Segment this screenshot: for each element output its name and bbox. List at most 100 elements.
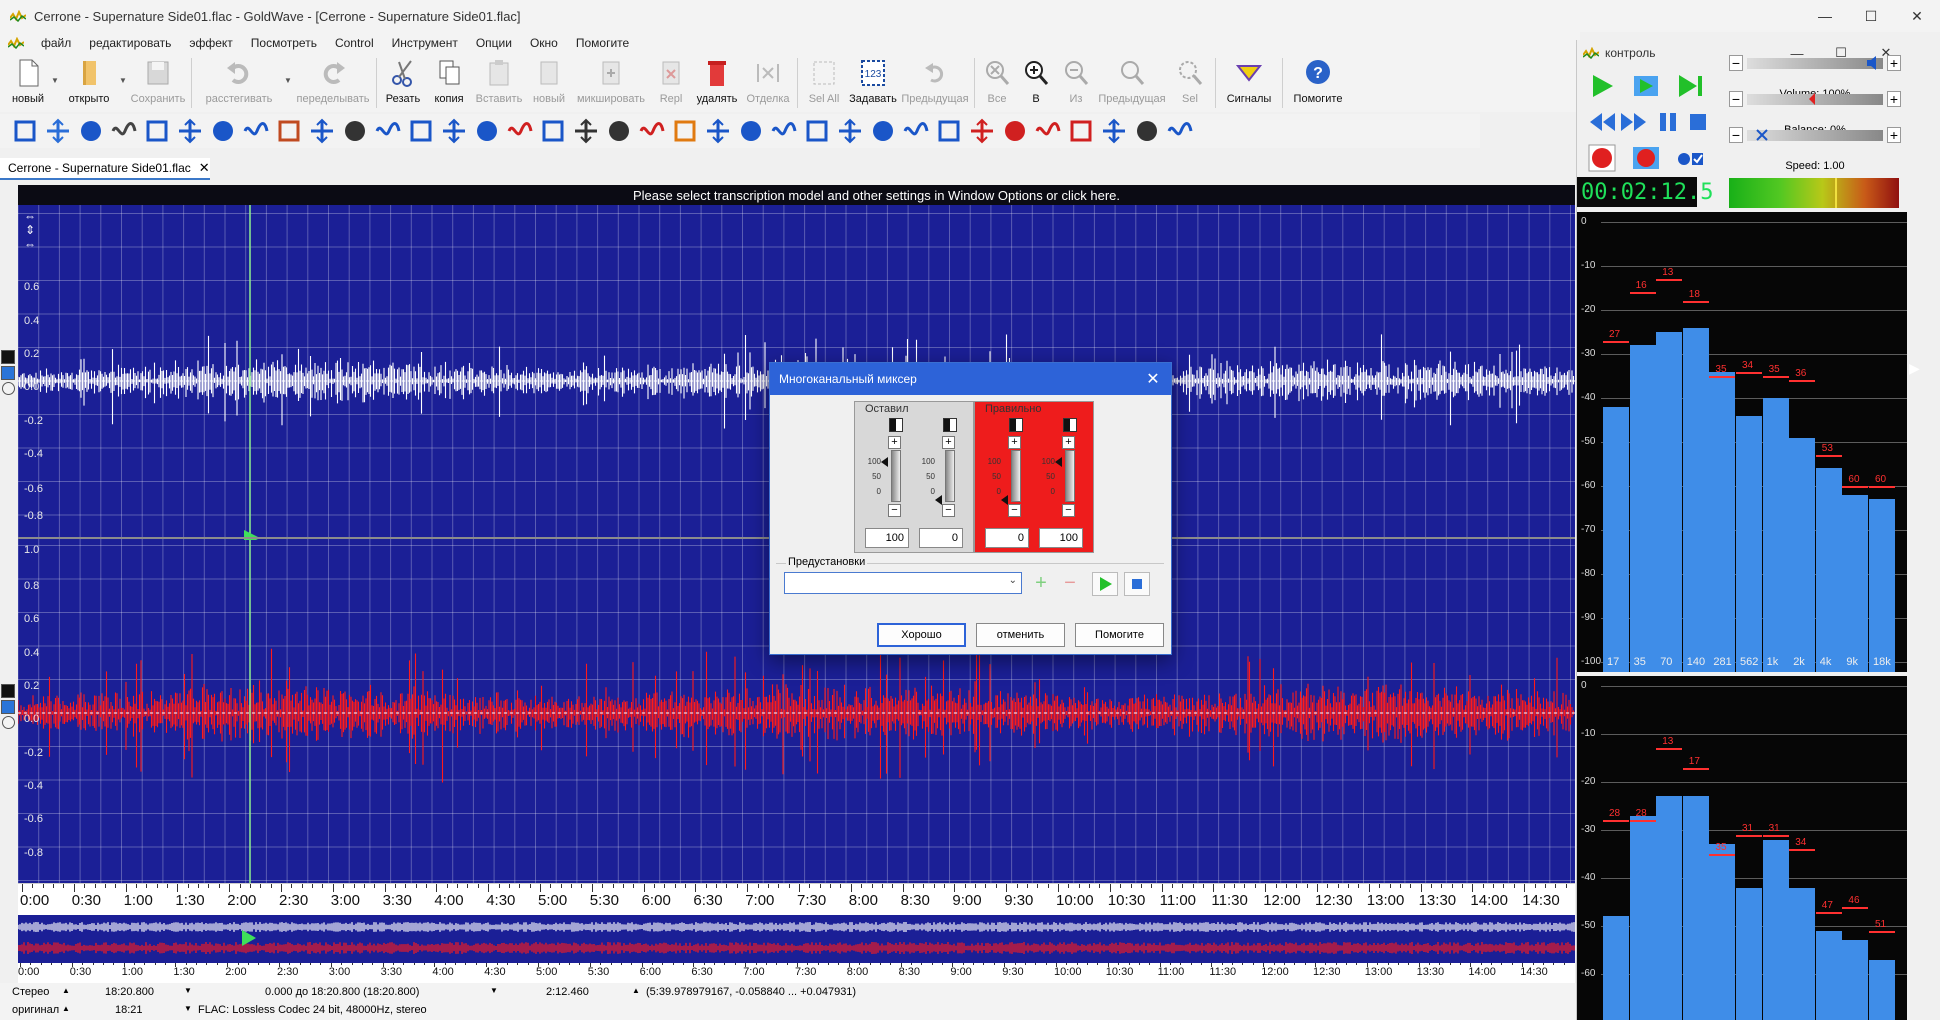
new-button[interactable]: новый [6, 54, 50, 112]
arrows-equal-effect-button[interactable] [866, 115, 899, 147]
volume-track[interactable] [1747, 58, 1883, 69]
new-dropdown-arrow[interactable]: ▼ [50, 54, 60, 85]
zoom-in-button[interactable]: В [1016, 54, 1056, 112]
fast-forward-button[interactable] [1617, 106, 1651, 138]
expand-effect-button[interactable] [305, 115, 338, 147]
right-right-value[interactable]: 100 [1039, 528, 1083, 548]
globe-effect-button[interactable] [74, 115, 107, 147]
waveform-cut-effect-button[interactable] [602, 115, 635, 147]
speed-decrease-button[interactable]: − [1729, 127, 1743, 143]
fader-handle-icon[interactable] [933, 494, 943, 506]
record-button[interactable] [1585, 142, 1619, 174]
overview-waveform[interactable] [18, 915, 1575, 963]
stretch-effect-button[interactable] [437, 115, 470, 147]
strip-decrease-button[interactable]: − [942, 504, 955, 517]
strip-fader[interactable] [1065, 450, 1075, 502]
strip-decrease-button[interactable]: − [1008, 504, 1021, 517]
left-left-value[interactable]: 100 [865, 528, 909, 548]
rewind-button[interactable] [1585, 106, 1619, 138]
preview-stop-button[interactable] [1124, 572, 1150, 596]
play-selection-button[interactable] [1629, 70, 1663, 102]
ramp-down-effect-button[interactable] [800, 115, 833, 147]
menu-window[interactable]: Окно [521, 36, 567, 50]
menu-options[interactable]: Опции [467, 36, 521, 50]
trim-button[interactable]: Отделка [742, 54, 794, 112]
gear-effect-button[interactable] [239, 115, 272, 147]
preview-play-button[interactable] [1092, 572, 1118, 596]
ramp-up-effect-button[interactable] [767, 115, 800, 147]
zoom-out-button[interactable]: Из [1056, 54, 1096, 112]
paste-button[interactable]: Вставить [472, 54, 526, 112]
menu-help[interactable]: Помогите [567, 36, 638, 50]
volume-increase-button[interactable]: + [1887, 55, 1901, 71]
status-original-dropdown-icon[interactable]: ▼ [184, 1004, 192, 1013]
status-length-dropdown-icon[interactable]: ▼ [184, 986, 192, 995]
left-channel-checkbox[interactable] [1, 366, 15, 380]
minimize-button[interactable]: — [1802, 0, 1848, 32]
open-button[interactable]: открыто [60, 54, 118, 112]
slider-node-effect-button[interactable] [932, 115, 965, 147]
redo-button[interactable]: переделывать [293, 54, 373, 112]
record-selection-button[interactable] [1629, 142, 1663, 174]
stop-button[interactable] [1681, 106, 1715, 138]
copy-button[interactable]: копия [426, 54, 472, 112]
strip-fader[interactable] [1011, 450, 1021, 502]
left-channel-radio[interactable] [2, 382, 15, 395]
zoom-selection-button[interactable]: Sel [1168, 54, 1212, 112]
remove-preset-button[interactable]: − [1060, 573, 1080, 594]
status-selection-dropdown-icon[interactable]: ▼ [490, 986, 498, 995]
loop-effect-button[interactable] [206, 115, 239, 147]
speed-increase-button[interactable]: + [1887, 127, 1901, 143]
left-right-value[interactable]: 0 [919, 528, 963, 548]
transcription-banner[interactable]: Please select transcription model and ot… [18, 185, 1575, 205]
right-channel-checkbox[interactable] [1, 700, 15, 714]
select-all-button[interactable]: Sel All [801, 54, 847, 112]
zoom-handle-icon[interactable]: ⇔ ⇕ ⇔ [20, 209, 40, 251]
fader-handle-icon[interactable] [879, 456, 889, 468]
palette-effect-button[interactable] [272, 115, 305, 147]
dialog-close-button[interactable]: ✕ [1143, 369, 1163, 389]
close-tab-icon[interactable]: ✕ [199, 160, 210, 176]
rainbow-effect-button[interactable] [668, 115, 701, 147]
menu-tool[interactable]: Инструмент [383, 36, 467, 50]
chart-effect-button[interactable] [569, 115, 602, 147]
strip-increase-button[interactable]: + [1008, 436, 1021, 449]
arrow-left-effect-button[interactable] [404, 115, 437, 147]
arrow-right-split-effect-button[interactable] [140, 115, 173, 147]
delete-button[interactable]: удалять [692, 54, 742, 112]
open-dropdown-arrow[interactable]: ▼ [118, 54, 128, 85]
menu-file[interactable]: файл [32, 36, 80, 50]
volume-decrease-button[interactable]: − [1729, 55, 1743, 71]
equalizer-effect-button[interactable] [470, 115, 503, 147]
goldwave-menu-icon[interactable] [8, 37, 24, 49]
mix-button[interactable]: микшировать [572, 54, 650, 112]
save-button[interactable]: Сохранить [128, 54, 188, 112]
diamond-red-effect-button[interactable] [1031, 115, 1064, 147]
strip-increase-button[interactable]: + [942, 436, 955, 449]
volume-slider[interactable]: − + [1729, 55, 1901, 73]
bracket-left-effect-button[interactable] [833, 115, 866, 147]
zoom-previous-button[interactable]: Предыдущая [1096, 54, 1168, 112]
forbidden-effect-button[interactable] [998, 115, 1031, 147]
play-button[interactable] [1585, 70, 1619, 102]
eye-effect-button[interactable] [1097, 115, 1130, 147]
eraser-diamond-effect-button[interactable] [965, 115, 998, 147]
add-preset-button[interactable]: + [1031, 573, 1051, 594]
balance-increase-button[interactable]: + [1887, 91, 1901, 107]
left-channel-mute-box[interactable] [1, 350, 15, 364]
dialog-help-button[interactable]: Помогите [1075, 623, 1164, 647]
time-ruler[interactable]: 0:00 0:30 1:00 1:30 2:00 2:30 3:00 3:30 4:00 4:30… [18, 883, 1575, 915]
help-button[interactable]: ? Помогите [1286, 54, 1350, 112]
cross-fade-effect-button[interactable] [107, 115, 140, 147]
strip-mute-icon[interactable] [1009, 418, 1023, 432]
clock-effect-button[interactable] [1130, 115, 1163, 147]
monitor-button[interactable] [1673, 142, 1707, 174]
play-to-end-button[interactable] [1673, 70, 1707, 102]
document-tab[interactable]: Cerrone - Supernature Side01.flac ✕ [0, 158, 210, 180]
fader-handle-icon[interactable] [1053, 456, 1063, 468]
menu-view[interactable]: Посмотреть [242, 36, 326, 50]
right-channel-mute-box[interactable] [1, 684, 15, 698]
strip-fader[interactable] [891, 450, 901, 502]
speaker-bang-effect-button[interactable] [899, 115, 932, 147]
right-left-value[interactable]: 0 [985, 528, 1029, 548]
